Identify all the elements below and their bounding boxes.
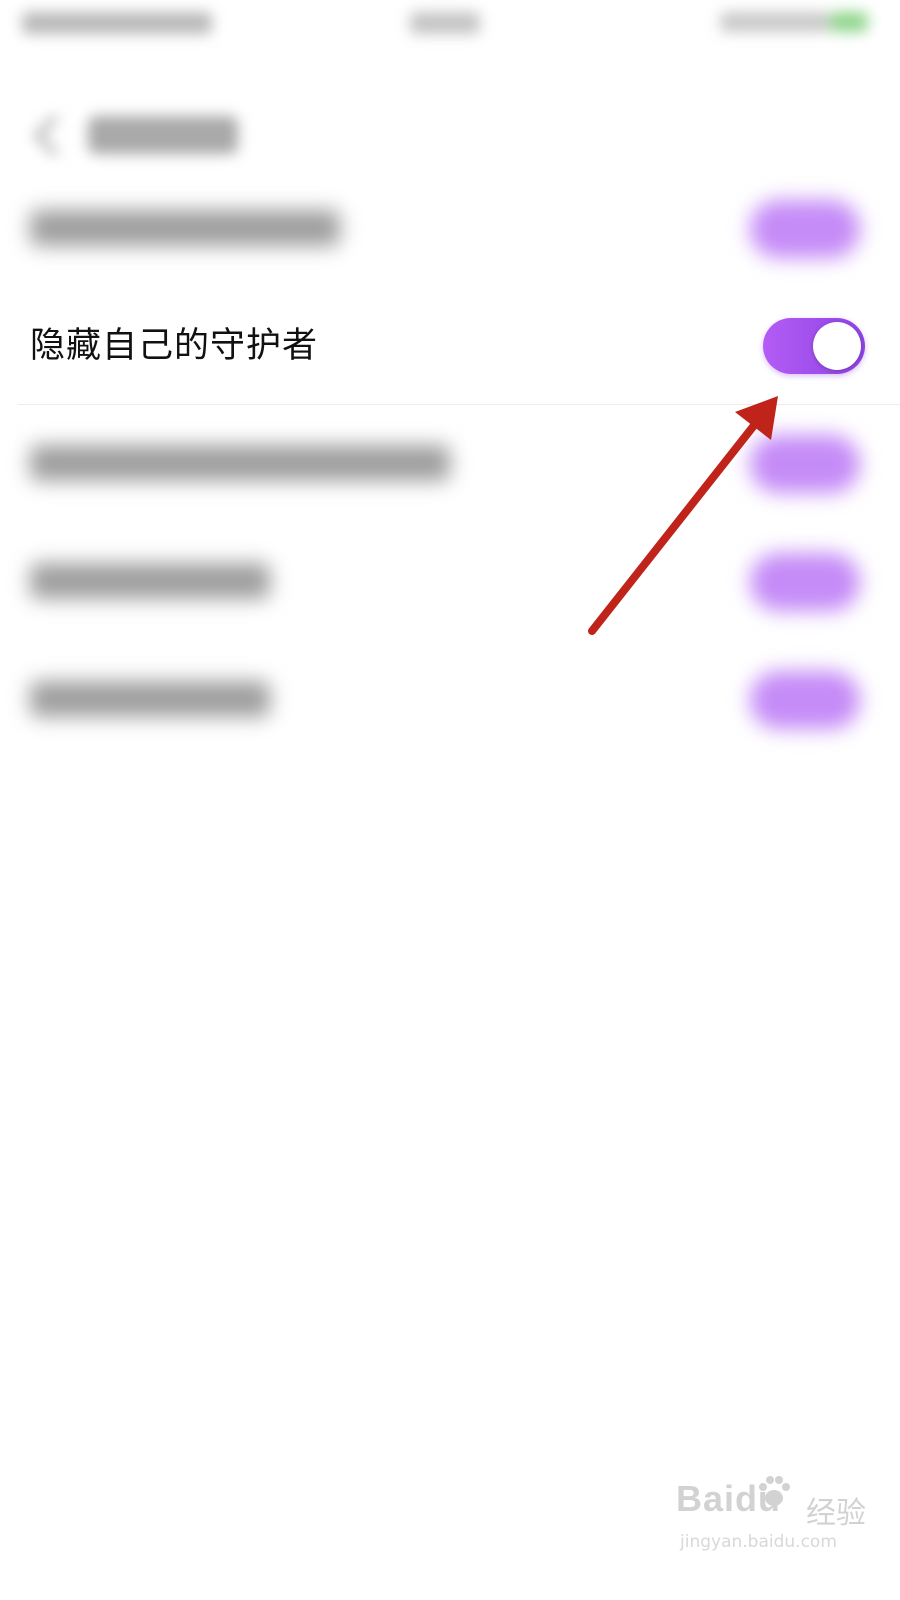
settings-row-5 [0, 641, 900, 759]
back-arrow-icon[interactable] [33, 114, 76, 157]
page-title-redacted [88, 116, 238, 154]
row-label-redacted [30, 681, 270, 717]
toggle-switch-redacted[interactable] [750, 671, 860, 729]
settings-screen: 隐藏自己的守护者 Baidu 经验 jingyan.baidu.com [0, 0, 900, 1600]
status-icons-redacted [720, 12, 830, 32]
row-label-redacted [30, 563, 270, 599]
nav-bar [0, 46, 900, 157]
toggle-switch-redacted[interactable] [750, 553, 860, 611]
settings-row-hide-guardians: 隐藏自己的守护者 [0, 287, 900, 405]
battery-icon [830, 12, 868, 32]
toggle-knob [813, 322, 861, 370]
watermark-url: jingyan.baidu.com [680, 1532, 837, 1552]
row-label-redacted [30, 445, 450, 481]
hide-guardians-toggle[interactable] [763, 318, 865, 374]
jingyan-text: 经验 [806, 1496, 866, 1531]
toggle-switch-redacted[interactable] [750, 435, 860, 493]
status-carrier-redacted [22, 12, 212, 34]
status-bar [0, 0, 900, 46]
row-label-redacted [30, 210, 340, 246]
hide-guardians-label: 隐藏自己的守护者 [30, 326, 319, 366]
toggle-switch-redacted[interactable] [750, 200, 860, 258]
settings-row-3 [0, 405, 900, 523]
settings-row-1 [0, 170, 900, 288]
baidu-jingyan-watermark: Baidu 经验 jingyan.baidu.com [676, 1476, 866, 1568]
status-time-redacted [410, 12, 480, 34]
paw-icon [759, 1476, 790, 1506]
settings-row-4 [0, 523, 900, 641]
